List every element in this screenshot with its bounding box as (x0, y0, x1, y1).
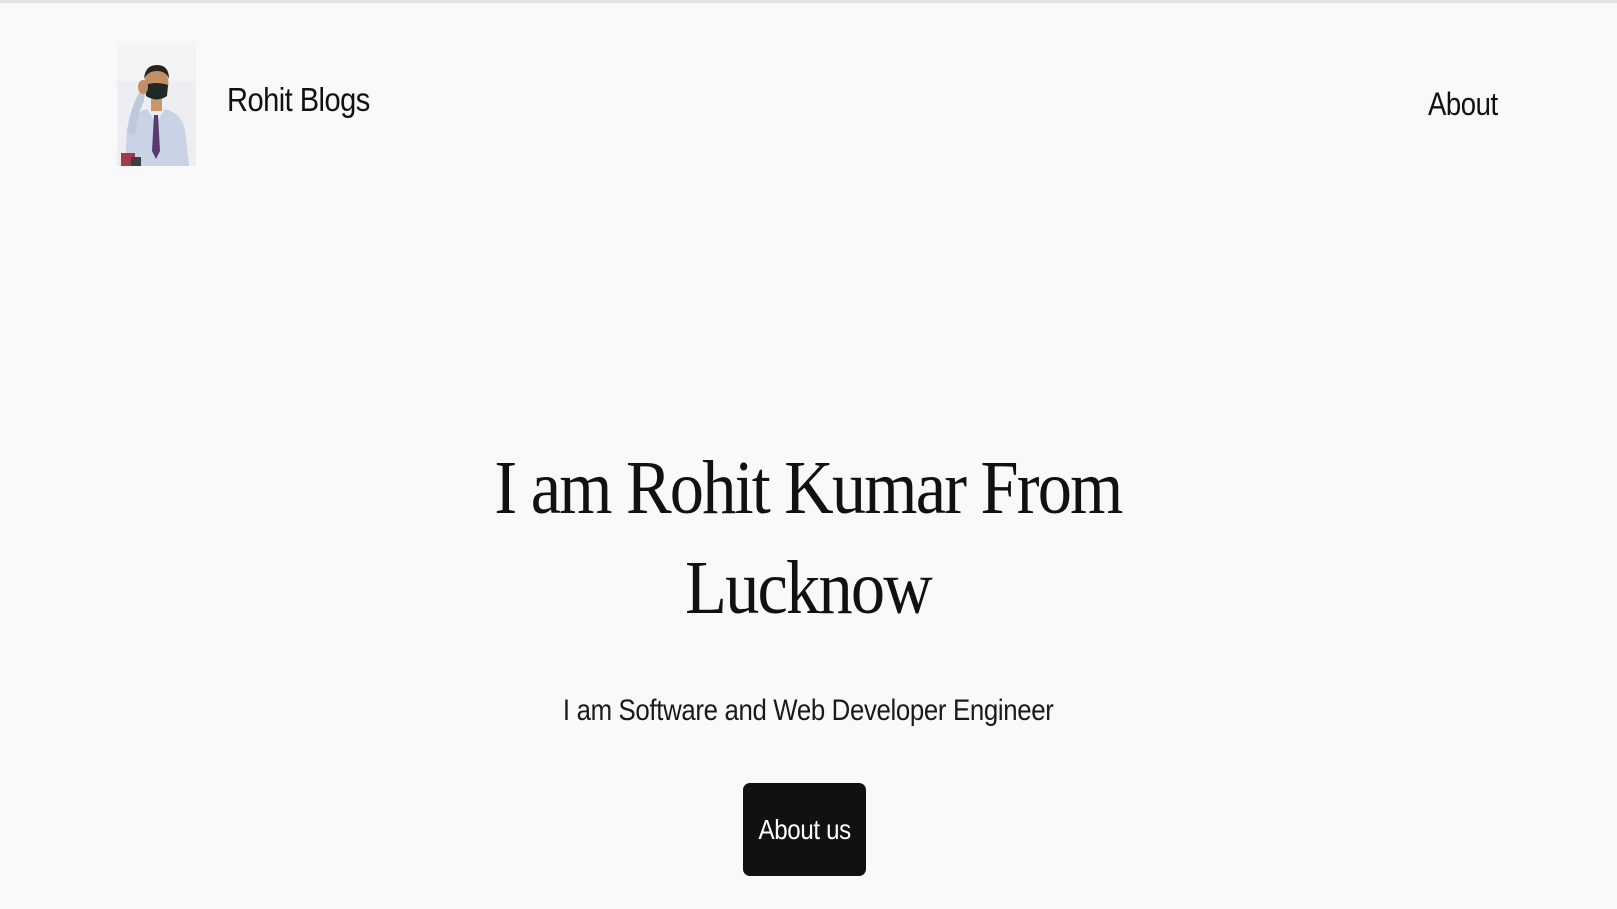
about-us-button[interactable]: About us (743, 783, 866, 876)
about-us-button-label: About us (758, 813, 851, 845)
hero-subheading-text: I am Software and Web Developer Engineer (562, 694, 1054, 727)
site-logo-avatar[interactable] (117, 41, 196, 166)
site-header: Rohit Blogs About (0, 0, 1617, 200)
hero-subheading: I am Software and Web Developer Engineer (408, 692, 1208, 730)
hero-heading: I am Rohit Kumar From Lucknow (408, 438, 1208, 638)
hero-heading-line-1: I am Rohit Kumar From (494, 446, 1123, 530)
site-title[interactable]: Rohit Blogs (227, 80, 370, 120)
nav-link-about[interactable]: About (1428, 84, 1498, 124)
profile-photo-icon (117, 41, 196, 166)
hero-heading-line-2: Lucknow (685, 546, 933, 630)
